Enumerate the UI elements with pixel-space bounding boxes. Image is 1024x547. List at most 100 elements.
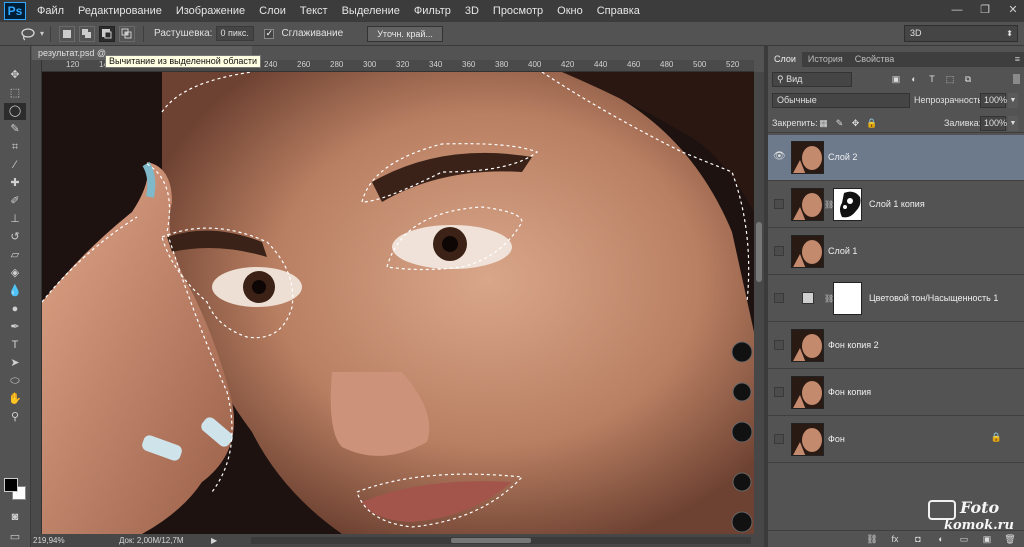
layer-filter-select[interactable]: ⚲ Вид xyxy=(772,72,852,87)
link-layers-icon[interactable]: ⛓ xyxy=(866,533,878,545)
tool-preset-chevron-icon[interactable]: ▾ xyxy=(40,29,44,38)
layer-name[interactable]: Фон копия 2 xyxy=(828,338,879,352)
type-tool-icon[interactable]: T xyxy=(4,337,26,354)
paint-bucket-tool-icon[interactable]: ◈ xyxy=(4,265,26,282)
history-brush-tool-icon[interactable]: ↺ xyxy=(4,229,26,246)
tab-history[interactable]: История xyxy=(802,52,849,67)
layer-name[interactable]: Цветовой тон/Насыщенность 1 xyxy=(869,291,998,305)
quick-selection-tool-icon[interactable]: ✎ xyxy=(4,121,26,138)
link-icon[interactable]: ⛓ xyxy=(824,293,834,305)
zoom-level[interactable]: 219,94% xyxy=(33,534,65,547)
close-icon[interactable]: ✕ xyxy=(1006,3,1020,17)
pen-tool-icon[interactable]: ✒ xyxy=(4,319,26,336)
menu-view[interactable]: Просмотр xyxy=(486,0,550,22)
healing-brush-tool-icon[interactable]: ✚ xyxy=(4,175,26,192)
add-mask-icon[interactable]: ◘ xyxy=(912,533,924,545)
visibility-toggle[interactable] xyxy=(774,340,784,350)
intersect-selection-icon[interactable] xyxy=(119,25,136,42)
layer-row[interactable]: ⛓ Цветовой тон/Насыщенность 1 xyxy=(768,276,1024,322)
subtract-from-selection-icon[interactable] xyxy=(99,25,116,42)
quick-mask-icon[interactable]: ◙ xyxy=(4,509,26,526)
horizontal-scrollbar[interactable] xyxy=(251,537,751,544)
menu-edit[interactable]: Редактирование xyxy=(71,0,169,22)
menu-3d[interactable]: 3D xyxy=(458,0,486,22)
tab-properties[interactable]: Свойства xyxy=(849,52,901,67)
menu-layers[interactable]: Слои xyxy=(252,0,293,22)
type-filter-icon[interactable]: T xyxy=(926,73,938,85)
chevron-down-icon[interactable]: ▼ xyxy=(1008,116,1018,131)
layer-name[interactable]: Слой 1 копия xyxy=(869,197,925,211)
shape-filter-icon[interactable]: ⬚ xyxy=(944,73,956,85)
lasso-tool-icon[interactable]: ◯ xyxy=(4,103,26,120)
filter-toggle[interactable] xyxy=(1013,74,1020,84)
opacity-input[interactable]: 100% xyxy=(980,93,1007,108)
lasso-icon[interactable] xyxy=(18,26,38,42)
blend-mode-select[interactable]: Обычные xyxy=(772,93,910,108)
lock-position-icon[interactable]: ✥ xyxy=(850,117,861,129)
refine-edge-button[interactable]: Уточн. край... xyxy=(367,25,443,42)
layer-style-icon[interactable]: fx xyxy=(889,533,901,545)
menu-file[interactable]: Файл xyxy=(30,0,71,22)
vertical-scrollbar[interactable] xyxy=(754,72,764,534)
foreground-color-swatch[interactable] xyxy=(4,478,18,492)
ellipse-tool-icon[interactable]: ⬭ xyxy=(4,373,26,390)
menu-type[interactable]: Текст xyxy=(293,0,335,22)
zoom-tool-icon[interactable]: ⚲ xyxy=(4,409,26,426)
eyedropper-tool-icon[interactable]: ⁄ xyxy=(4,157,26,174)
marquee-tool-icon[interactable]: ⬚ xyxy=(4,85,26,102)
visibility-toggle[interactable] xyxy=(774,434,784,444)
menu-select[interactable]: Выделение xyxy=(335,0,407,22)
scroll-thumb[interactable] xyxy=(756,222,762,282)
brush-tool-icon[interactable]: ✐ xyxy=(4,193,26,210)
lock-all-icon[interactable]: 🔒 xyxy=(866,117,877,129)
adjustment-filter-icon[interactable]: ◐ xyxy=(908,73,920,85)
minimize-icon[interactable]: — xyxy=(950,3,964,17)
layer-row[interactable]: Фон копия xyxy=(768,370,1024,416)
layer-row[interactable]: ⛓ Слой 1 копия xyxy=(768,182,1024,228)
layer-mask-thumbnail[interactable] xyxy=(833,282,862,315)
layer-name[interactable]: Слой 2 xyxy=(828,150,857,164)
layer-name[interactable]: Фон копия xyxy=(828,385,871,399)
blur-tool-icon[interactable]: 💧 xyxy=(4,283,26,300)
move-tool-icon[interactable]: ✥ xyxy=(4,67,26,84)
screen-mode-icon[interactable]: ▭ xyxy=(4,529,26,546)
layer-row[interactable]: Фон копия 2 xyxy=(768,323,1024,369)
workspace-select[interactable]: 3D ⬍ xyxy=(904,25,1018,42)
status-menu-icon[interactable]: ▶ xyxy=(211,534,217,547)
menu-filter[interactable]: Фильтр xyxy=(407,0,458,22)
path-selection-tool-icon[interactable]: ➤ xyxy=(4,355,26,372)
fill-input[interactable]: 100% xyxy=(980,116,1007,131)
scroll-thumb[interactable] xyxy=(451,538,531,543)
lock-pixels-icon[interactable]: ✎ xyxy=(834,117,845,129)
layer-row[interactable]: Слой 1 xyxy=(768,229,1024,275)
visibility-toggle[interactable] xyxy=(774,293,784,303)
eye-icon[interactable]: 👁 xyxy=(773,151,786,163)
visibility-toggle[interactable] xyxy=(774,387,784,397)
pixel-filter-icon[interactable]: ▣ xyxy=(890,73,902,85)
visibility-toggle[interactable] xyxy=(774,246,784,256)
eraser-tool-icon[interactable]: ▱ xyxy=(4,247,26,264)
new-selection-icon[interactable] xyxy=(59,25,76,42)
feather-input[interactable]: 0 пикс. xyxy=(216,26,255,41)
color-swatches[interactable] xyxy=(4,478,28,502)
chevron-down-icon[interactable]: ▼ xyxy=(1008,93,1018,108)
crop-tool-icon[interactable]: ⌗ xyxy=(4,139,26,156)
visibility-toggle[interactable] xyxy=(774,199,784,209)
layer-row[interactable]: Фон 🔒 xyxy=(768,417,1024,463)
hand-tool-icon[interactable]: ✋ xyxy=(4,391,26,408)
menu-help[interactable]: Справка xyxy=(590,0,647,22)
antialias-checkbox[interactable]: ✓ xyxy=(264,28,275,39)
layer-name[interactable]: Слой 1 xyxy=(828,244,857,258)
lock-transparency-icon[interactable]: ▦ xyxy=(818,117,829,129)
layer-name[interactable]: Фон xyxy=(828,432,845,446)
layer-mask-thumbnail[interactable] xyxy=(833,188,862,221)
layer-row[interactable]: 👁 Слой 2 xyxy=(768,135,1024,181)
restore-icon[interactable]: ❐ xyxy=(978,3,992,17)
menu-image[interactable]: Изображение xyxy=(169,0,252,22)
add-to-selection-icon[interactable] xyxy=(79,25,96,42)
clone-stamp-tool-icon[interactable]: ⊥ xyxy=(4,211,26,228)
canvas[interactable] xyxy=(42,72,754,534)
menu-window[interactable]: Окно xyxy=(550,0,590,22)
tab-layers[interactable]: Слои xyxy=(768,52,802,67)
dodge-tool-icon[interactable]: ● xyxy=(4,301,26,318)
